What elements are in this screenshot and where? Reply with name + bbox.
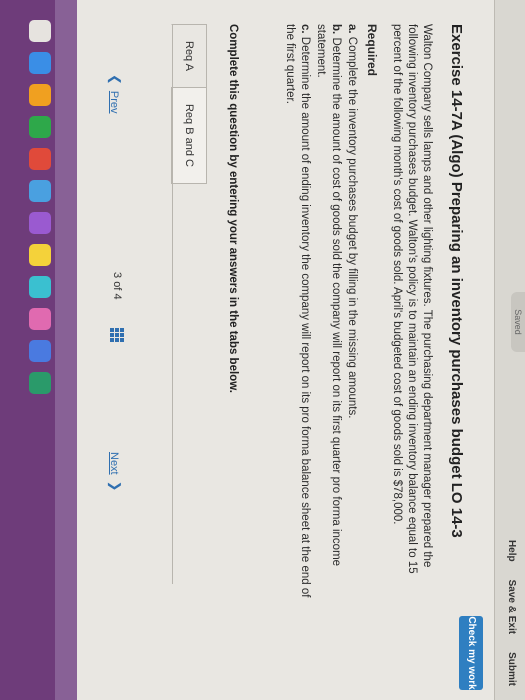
check-my-work-button[interactable]: Check my work xyxy=(459,616,483,690)
save-exit-link[interactable]: Save & Exit xyxy=(506,580,517,634)
saved-indicator: Saved xyxy=(511,292,525,352)
exercise-description: Walton Company sells lamps and other lig… xyxy=(391,24,433,574)
app-icon[interactable] xyxy=(29,244,51,266)
requirements-list: a. Complete the inventory purchases budg… xyxy=(282,24,359,604)
dock-icons xyxy=(29,20,51,394)
top-toolbar: Saved Help Save & Exit Submit xyxy=(494,0,525,700)
requirement-tabs: Req A Req B and C xyxy=(171,24,207,184)
app-icon[interactable] xyxy=(29,52,51,74)
app-icon[interactable] xyxy=(29,148,51,170)
exercise-title: Exercise 14-7A (Algo) Preparing an inven… xyxy=(448,24,465,538)
prev-button[interactable]: ❮Prev xyxy=(107,74,123,114)
instruction-text: Complete this question by entering your … xyxy=(227,24,239,393)
list-item: a. Complete the inventory purchases budg… xyxy=(346,24,358,419)
app-icon[interactable] xyxy=(29,84,51,106)
app-icon[interactable] xyxy=(29,340,51,362)
help-link[interactable]: Help xyxy=(506,540,517,562)
chevron-right-icon: ❯ xyxy=(108,480,123,492)
browser-screen: Saved Help Save & Exit Submit Check my w… xyxy=(0,0,525,700)
dock-shelf xyxy=(55,0,77,700)
dock xyxy=(0,0,77,700)
list-item: c. Determine the amount of ending invent… xyxy=(284,24,311,598)
app-icon[interactable] xyxy=(29,180,51,202)
app-icon[interactable] xyxy=(29,276,51,298)
app-icon[interactable] xyxy=(29,20,51,42)
required-heading: Required xyxy=(365,24,379,77)
grid-icon[interactable] xyxy=(110,328,124,342)
app-icon[interactable] xyxy=(29,212,51,234)
app-icon[interactable] xyxy=(29,116,51,138)
app-icon[interactable] xyxy=(29,372,51,394)
next-button[interactable]: Next❯ xyxy=(107,452,123,492)
pagination: ❮Prev 3 of 4 Next❯ xyxy=(99,0,129,700)
tab-req-b-and-c[interactable]: Req B and C xyxy=(171,86,207,184)
question-content: Exercise 14-7A (Algo) Preparing an inven… xyxy=(281,24,465,604)
tab-req-a[interactable]: Req A xyxy=(171,24,207,88)
chevron-left-icon: ❮ xyxy=(108,74,123,85)
top-nav: Help Save & Exit Submit xyxy=(506,540,517,686)
page-indicator: 3 of 4 xyxy=(111,272,123,300)
list-item: b. Determine the amount of cost of goods… xyxy=(315,24,342,567)
tab-divider xyxy=(172,24,173,584)
app-icon[interactable] xyxy=(29,308,51,330)
submit-link[interactable]: Submit xyxy=(506,652,517,686)
